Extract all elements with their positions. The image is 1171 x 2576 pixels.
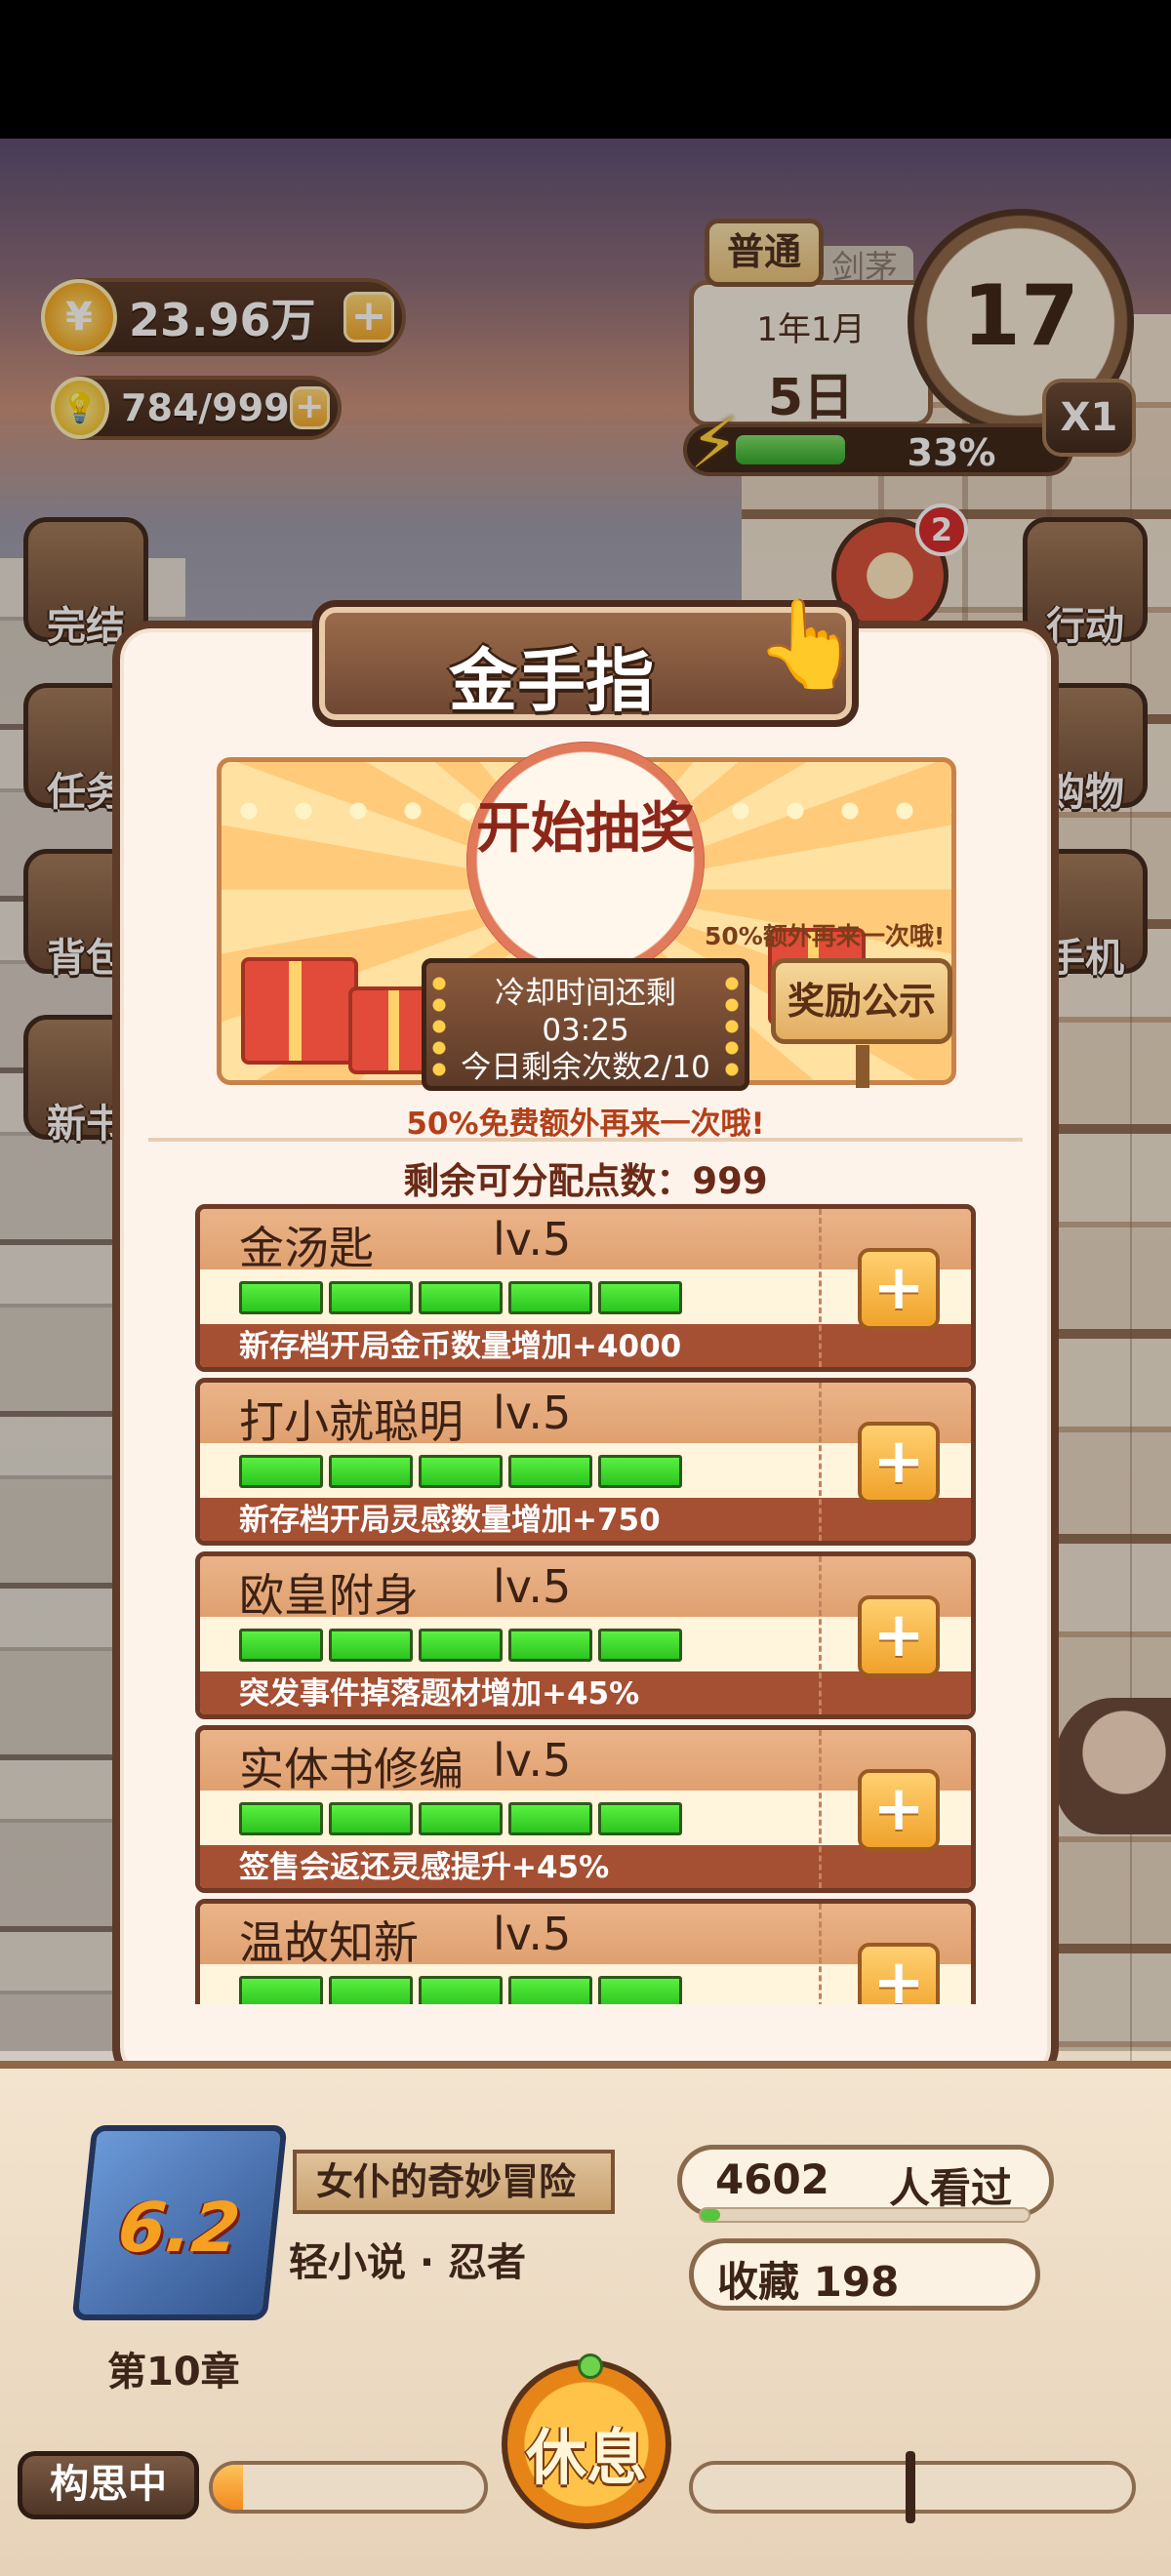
skill-level: lv.5 [493,1734,572,1787]
skill-level: lv.5 [493,1560,572,1613]
skill-row: 打小就聪明 lv.5 新存档开局灵感数量增加+750 + [195,1378,976,1546]
gift-box-icon [241,957,358,1065]
remaining-points: 剩余可分配点数：999 [403,1160,768,1202]
start-draw-button[interactable]: 开始抽奖 [466,742,705,980]
skill-progress [239,1629,682,1662]
skill-progress [239,1976,682,2004]
book-title: 女仆的奇妙冒险 [293,2150,615,2214]
skill-level: lv.5 [493,1213,572,1266]
views-pill: 4602 人看过 [677,2145,1054,2217]
skill-row: 温故知新 lv.5 + [195,1899,976,2004]
modal-header: 金手指 👆 [312,593,862,727]
skill-upgrade-button[interactable]: + [858,1943,940,2004]
remaining-count: 今日剩余次数2/10 [461,1050,710,1085]
book-genre: 轻小说 · 忍者 [289,2240,527,2285]
rest-indicator-dot [578,2354,603,2379]
skill-upgrade-button[interactable]: + [858,1595,940,1677]
book-chapter: 第10章 [107,2350,240,2395]
divider [148,1138,1023,1142]
views-unit: 人看过 [889,2164,1013,2212]
skill-name: 金汤匙 [239,1222,374,1274]
modal-title: 金手指 [449,641,654,721]
skill-progress [239,1455,682,1488]
progress-marker [906,2451,915,2523]
reward-announcement-button[interactable]: 奖励公示 [771,958,952,1088]
skill-name: 实体书修编 [239,1743,464,1795]
skill-name: 打小就聪明 [239,1395,464,1448]
skill-upgrade-button[interactable]: + [858,1248,940,1330]
cooldown-panel: 冷却时间还剩 03:25 今日剩余次数2/10 [422,958,749,1091]
skill-name: 欧皇附身 [239,1569,419,1622]
skill-row: 金汤匙 lv.5 新存档开局金币数量增加+4000 + [195,1204,976,1372]
views-count: 4602 [715,2155,829,2203]
cooldown-time: 03:25 [542,1013,629,1048]
rest-button[interactable]: 休息 [502,2354,671,2529]
skill-level: lv.5 [493,1387,572,1439]
skill-description: 签售会返还灵感提升+45% [239,1850,610,1885]
free-extra-tip: 50%免费额外再来一次哦! [406,1107,765,1142]
skill-level: lv.5 [493,1908,572,1960]
skill-progress [239,1802,682,1835]
publish-progress [689,2451,1136,2523]
cooldown-label: 冷却时间还剩 [495,976,676,1011]
extra-chance-text: 50%额外再来一次哦! [705,922,946,950]
skill-description: 突发事件掉落题材增加+45% [239,1676,640,1711]
favorites-pill: 收藏 198 [689,2238,1040,2311]
status-bar [0,0,1171,139]
skill-row: 欧皇附身 lv.5 突发事件掉落题材增加+45% + [195,1551,976,1719]
start-draw-label: 开始抽奖 [476,797,695,861]
skill-upgrade-button[interactable]: + [858,1769,940,1851]
skill-row: 实体书修编 lv.5 签售会返还灵感提升+45% + [195,1725,976,1893]
writing-status: 构思中 [18,2451,199,2519]
favorites-count: 收藏 198 [717,2258,900,2306]
book-score: 6.2 [114,2188,244,2268]
skill-description: 新存档开局金币数量增加+4000 [239,1329,682,1364]
pointing-hand-icon: 👆 [754,593,862,694]
skill-upgrade-button[interactable]: + [858,1422,940,1504]
skill-name: 温故知新 [239,1916,419,1969]
skill-description: 新存档开局灵感数量增加+750 [239,1503,661,1538]
book-cover[interactable]: 6.2 [71,2125,288,2320]
writing-progress [209,2461,488,2514]
views-progress [699,2207,1030,2223]
skill-progress [239,1281,682,1314]
rest-label: 休息 [525,2422,647,2493]
skill-list[interactable]: 金汤匙 lv.5 新存档开局金币数量增加+4000 + 打小就聪明 lv.5 新… [195,1204,976,2004]
